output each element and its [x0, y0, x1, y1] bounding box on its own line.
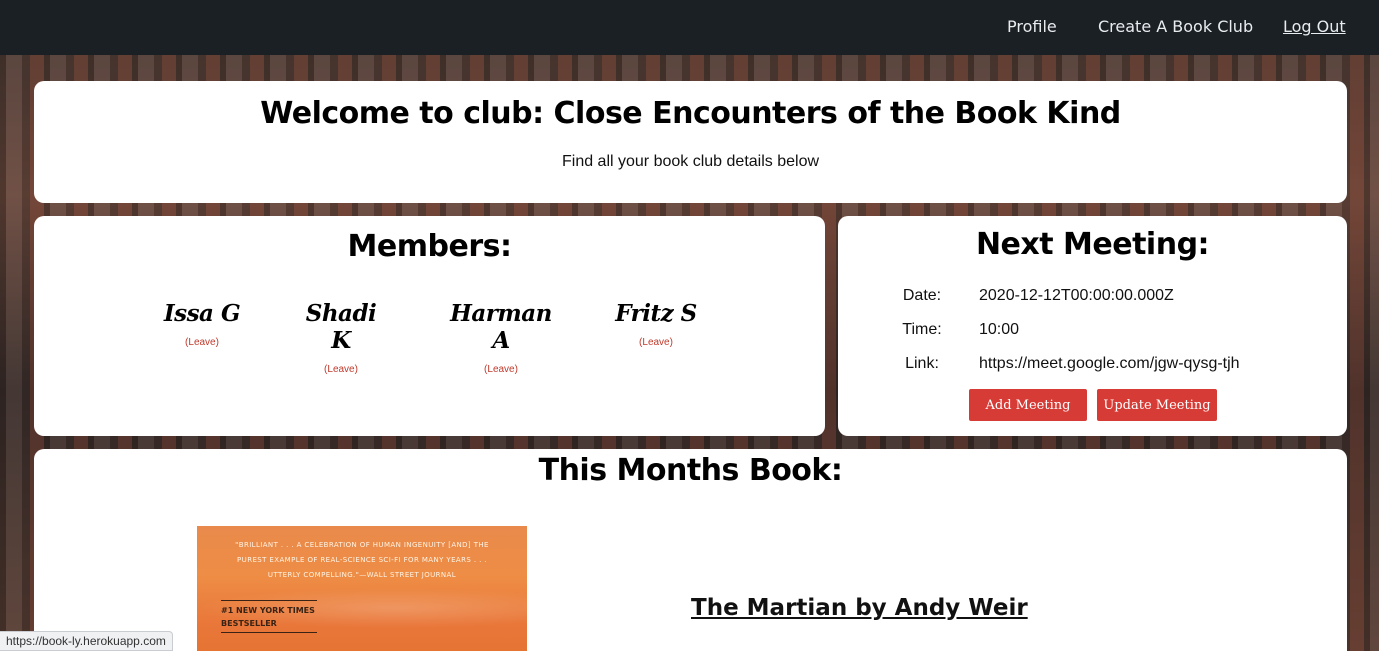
leave-link[interactable]: (Leave) — [614, 337, 698, 348]
meeting-date-value: 2020-12-12T00:00:00.000Z — [979, 287, 1174, 304]
book-card: This Months Book: "BRILLIANT . . . A CEL… — [34, 449, 1347, 651]
meeting-date-label: Date: — [902, 287, 942, 304]
meeting-link-row: Link: https://meet.google.com/jgw-qysg-t… — [838, 355, 1347, 379]
add-meeting-button[interactable]: Add Meeting — [969, 389, 1087, 421]
member-name: Fritz S — [615, 300, 697, 327]
update-meeting-button[interactable]: Update Meeting — [1097, 389, 1217, 421]
member-item: Shadi K (Leave) — [296, 300, 386, 375]
nav-logout-link[interactable]: Log Out — [1283, 17, 1346, 36]
member-item: Issa G (Leave) — [162, 300, 242, 348]
leave-link[interactable]: (Leave) — [296, 364, 386, 375]
cover-bestseller-badge: #1 NEW YORK TIMES BESTSELLER — [221, 600, 317, 633]
leave-link[interactable]: (Leave) — [444, 364, 558, 375]
leave-link[interactable]: (Leave) — [162, 337, 242, 348]
meeting-card: Next Meeting: Date: 2020-12-12T00:00:00.… — [838, 216, 1347, 436]
meeting-time-row: Time: 10:00 — [838, 321, 1347, 345]
nav-create-club-link[interactable]: Create A Book Club — [1098, 17, 1253, 36]
member-name: Shadi K — [305, 300, 377, 354]
welcome-card: Welcome to club: Close Encounters of the… — [34, 81, 1347, 203]
member-item: Harman A (Leave) — [444, 300, 558, 375]
meeting-link-value: https://meet.google.com/jgw-qysg-tjh — [979, 355, 1240, 372]
member-name: Harman A — [450, 300, 552, 354]
nav-profile-link[interactable]: Profile — [1007, 17, 1057, 36]
meeting-link-label: Link: — [905, 355, 939, 372]
book-cover-image: "BRILLIANT . . . A CELEBRATION OF HUMAN … — [197, 526, 527, 651]
page-subtitle: Find all your book club details below — [561, 153, 820, 170]
members-card: Members: Issa G (Leave) Shadi K (Leave) … — [34, 216, 825, 436]
meeting-time-label: Time: — [902, 321, 942, 338]
book-title-link[interactable]: The Martian by Andy Weir — [691, 595, 1028, 621]
meeting-date-row: Date: 2020-12-12T00:00:00.000Z — [838, 287, 1347, 311]
book-heading: This Months Book: — [538, 453, 843, 488]
member-name: Issa G — [163, 300, 241, 327]
meeting-time-value: 10:00 — [979, 321, 1020, 338]
status-bar-url: https://book-ly.herokuapp.com — [0, 631, 173, 651]
navbar: Profile Create A Book Club Log Out — [0, 0, 1379, 55]
page-title: Welcome to club: Close Encounters of the… — [260, 96, 1121, 131]
member-item: Fritz S (Leave) — [614, 300, 698, 348]
cover-quote: "BRILLIANT . . . A CELEBRATION OF HUMAN … — [235, 541, 489, 579]
members-heading: Members: — [347, 229, 512, 264]
meeting-heading: Next Meeting: — [975, 227, 1210, 262]
